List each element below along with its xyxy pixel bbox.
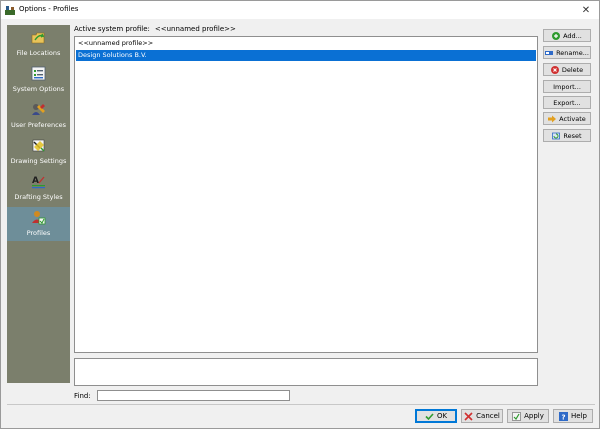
rename-icon	[545, 50, 554, 55]
sidebar-item-user-preferences[interactable]: User Preferences	[7, 99, 70, 135]
drawing-settings-icon	[32, 139, 45, 152]
profiles-list[interactable]: <<unnamed profile>> Design Solutions B.V…	[74, 36, 538, 353]
add-button[interactable]: Add...	[543, 29, 591, 42]
list-item[interactable]: <<unnamed profile>>	[76, 38, 536, 49]
apply-button[interactable]: Apply	[507, 409, 549, 423]
sidebar-item-system-options[interactable]: System Options	[7, 63, 70, 99]
title-bar: Options - Profiles ✕	[1, 1, 599, 19]
window-title: Options - Profiles	[19, 5, 79, 13]
checklist-icon	[31, 66, 46, 81]
list-item-selected[interactable]: Design Solutions B.V.	[76, 50, 536, 61]
cancel-icon	[464, 411, 473, 421]
sidebar-item-label: System Options	[12, 85, 65, 93]
sidebar-item-drawing-settings[interactable]: Drawing Settings	[7, 135, 70, 171]
rename-button[interactable]: Rename...	[543, 46, 591, 59]
activate-button[interactable]: Activate	[543, 112, 591, 125]
sidebar-item-profiles[interactable]: Profiles	[7, 207, 70, 241]
app-icon	[5, 6, 15, 15]
sidebar-item-label: User Preferences	[10, 121, 67, 129]
reset-icon	[552, 132, 561, 139]
svg-text:?: ?	[562, 413, 566, 421]
reset-button[interactable]: Reset	[543, 129, 591, 142]
user-prefs-icon	[32, 104, 45, 115]
delete-button[interactable]: Delete	[543, 63, 591, 76]
sidebar-item-label: Profiles	[26, 229, 51, 237]
sidebar-item-drafting-styles[interactable]: A Drafting Styles	[7, 171, 70, 207]
options-dialog: Options - Profiles ✕ File Locations Syst…	[0, 0, 600, 429]
sidebar-item-label: File Locations	[16, 49, 61, 57]
footer-divider	[7, 404, 595, 405]
svg-text:A: A	[32, 176, 39, 186]
active-profile-value: <<unnamed profile>>	[154, 25, 236, 33]
sidebar-item-label: Drafting Styles	[14, 193, 63, 201]
find-input[interactable]	[97, 390, 290, 401]
active-profile-row: Active system profile: <<unnamed profile>…	[74, 25, 236, 33]
add-icon	[552, 31, 561, 40]
folder-arrow-icon	[31, 32, 45, 44]
ok-button[interactable]: OK	[415, 409, 457, 423]
help-icon: ?	[559, 411, 569, 421]
drafting-styles-icon: A	[32, 176, 45, 189]
close-icon: ✕	[581, 4, 591, 16]
import-button[interactable]: Import...	[543, 80, 591, 93]
profile-description-box	[74, 358, 538, 386]
cancel-button[interactable]: Cancel	[461, 409, 503, 423]
profiles-icon	[32, 211, 46, 225]
arrow-right-icon	[548, 115, 557, 122]
find-label: Find:	[74, 392, 91, 400]
sidebar-item-file-locations[interactable]: File Locations	[7, 27, 70, 63]
export-button[interactable]: Export...	[543, 96, 591, 109]
sidebar-item-label: Drawing Settings	[10, 157, 67, 165]
checkmark-icon	[425, 412, 434, 420]
close-button[interactable]: ✕	[575, 1, 597, 19]
apply-icon	[512, 411, 521, 421]
help-button[interactable]: ? Help	[553, 409, 593, 423]
options-sidebar: File Locations System Options User Prefe…	[7, 25, 70, 383]
delete-icon	[550, 65, 559, 74]
active-profile-label: Active system profile:	[74, 25, 150, 33]
